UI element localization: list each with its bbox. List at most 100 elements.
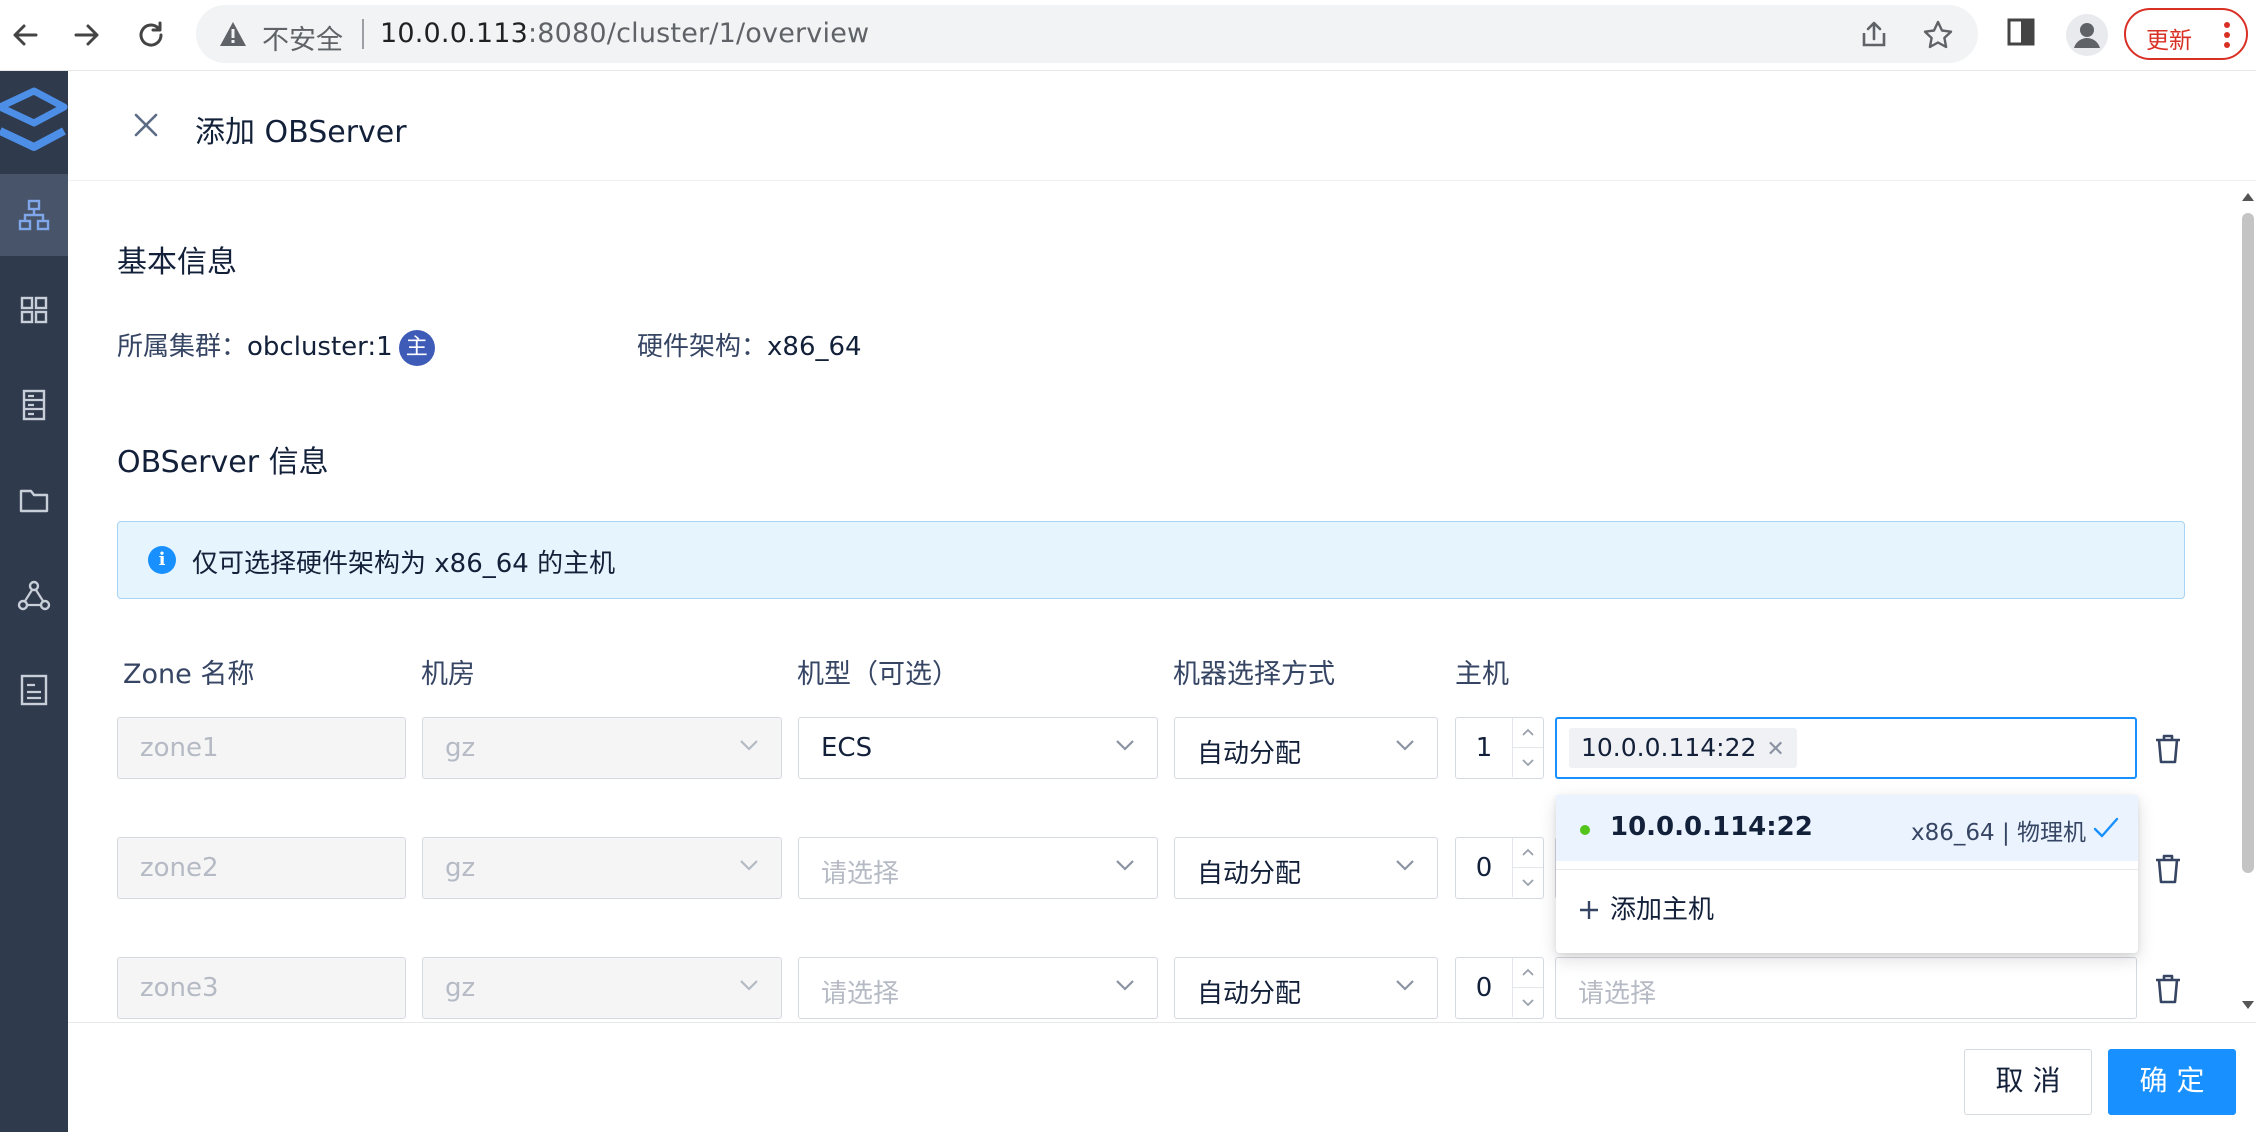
- host-select[interactable]: 10.0.0.114:22 ✕: [1555, 717, 2137, 779]
- delete-icon[interactable]: [2153, 733, 2183, 765]
- warning-icon: [220, 22, 246, 46]
- sidebar-item-network[interactable]: [0, 554, 68, 636]
- tag-close-icon[interactable]: ✕: [1766, 737, 1784, 762]
- close-icon[interactable]: [128, 107, 164, 143]
- drawer-title: 添加 OBServer: [195, 115, 407, 150]
- zone-name-input[interactable]: zone2: [117, 837, 406, 899]
- delete-icon[interactable]: [2153, 973, 2183, 1005]
- chevron-down-icon: [1522, 879, 1534, 887]
- model-select[interactable]: ECS: [798, 717, 1158, 779]
- host-count-stepper[interactable]: 0: [1455, 957, 1544, 1019]
- model-select[interactable]: 请选择: [798, 957, 1158, 1019]
- check-icon: [2093, 817, 2119, 838]
- chevron-down-icon: [1396, 740, 1414, 751]
- chevron-down-icon: [1396, 980, 1414, 991]
- share-icon[interactable]: [1858, 19, 1890, 51]
- stepper-down-button[interactable]: [1513, 868, 1543, 897]
- chevron-down-icon: [740, 980, 758, 991]
- cancel-button[interactable]: 取 消: [1964, 1049, 2092, 1115]
- select-mode-select[interactable]: 自动分配: [1174, 837, 1438, 899]
- security-label[interactable]: 不安全: [262, 18, 343, 57]
- chevron-up-icon: [1522, 728, 1534, 736]
- update-label: 更新: [2146, 28, 2192, 54]
- select-mode-select[interactable]: 自动分配: [1174, 957, 1438, 1019]
- back-button[interactable]: [2, 12, 48, 58]
- host-count-stepper[interactable]: 0: [1455, 837, 1544, 899]
- info-alert: i 仅可选择硬件架构为 x86_64 的主机: [117, 521, 2185, 599]
- host-count-value: 0: [1475, 853, 1493, 883]
- arrow-right-icon: [74, 24, 99, 46]
- plus-icon: [1580, 901, 1598, 919]
- stepper-down-button[interactable]: [1513, 748, 1543, 777]
- chevron-down-icon: [1116, 740, 1134, 751]
- divider: [1556, 869, 2138, 870]
- idc-select[interactable]: gz: [422, 717, 782, 779]
- person-icon: [2074, 23, 2100, 48]
- idc-value: gz: [445, 853, 476, 883]
- stepper-down-button[interactable]: [1513, 988, 1543, 1017]
- monitor-icon: [20, 674, 48, 706]
- idc-value: gz: [445, 973, 476, 1003]
- scroll-down-icon[interactable]: [2238, 995, 2256, 1015]
- confirm-button[interactable]: 确 定: [2108, 1049, 2236, 1115]
- delete-icon[interactable]: [2153, 853, 2183, 885]
- cluster-topology-icon: [18, 199, 50, 231]
- address-bar[interactable]: 不安全 10.0.0.113:8080/cluster/1/overview: [196, 5, 1978, 63]
- host-select[interactable]: 请选择: [1555, 957, 2137, 1019]
- col-zone-name: Zone 名称: [123, 659, 255, 690]
- server-list-icon: [22, 389, 46, 421]
- col-host: 主机: [1455, 659, 1509, 690]
- url-host: 10.0.0.113: [380, 18, 528, 49]
- zone-name-input[interactable]: zone3: [117, 957, 406, 1019]
- stepper-arrows: [1512, 838, 1543, 897]
- host-tag: 10.0.0.114:22 ✕: [1569, 728, 1797, 768]
- select-mode-select[interactable]: 自动分配: [1174, 717, 1438, 779]
- update-button[interactable]: 更新: [2124, 8, 2248, 60]
- online-status-dot: [1580, 825, 1590, 835]
- zone-name-value: zone1: [140, 733, 219, 763]
- host-option[interactable]: 10.0.0.114:22 x86_64 | 物理机: [1556, 795, 2138, 861]
- chevron-up-icon: [1522, 968, 1534, 976]
- zone-name-value: zone2: [140, 853, 219, 883]
- chevron-down-icon: [740, 860, 758, 871]
- browser-toolbar: 不安全 10.0.0.113:8080/cluster/1/overview 更…: [0, 0, 2256, 71]
- profile-avatar[interactable]: [2066, 14, 2108, 56]
- sidebar-item-files[interactable]: [0, 459, 68, 541]
- select-mode-value: 自动分配: [1197, 859, 1302, 889]
- network-nodes-icon: [17, 580, 51, 611]
- url-text[interactable]: 10.0.0.113:8080/cluster/1/overview: [380, 18, 869, 49]
- divider: [362, 19, 364, 49]
- col-idc: 机房: [421, 659, 475, 690]
- arch-value: x86_64: [767, 332, 862, 362]
- sidebar-item-servers[interactable]: [0, 364, 68, 446]
- model-select[interactable]: 请选择: [798, 837, 1158, 899]
- scrollbar[interactable]: [2236, 181, 2256, 1021]
- zone-name-input[interactable]: zone1: [117, 717, 406, 779]
- sidebar-item-overview[interactable]: [0, 269, 68, 351]
- forward-button[interactable]: [64, 12, 110, 58]
- alert-text: 仅可选择硬件架构为 x86_64 的主机: [192, 549, 616, 579]
- reload-button[interactable]: [128, 12, 174, 58]
- side-panel-icon[interactable]: [2006, 16, 2036, 48]
- scroll-up-icon[interactable]: [2238, 187, 2256, 207]
- bookmark-star-icon[interactable]: [1922, 19, 1954, 51]
- stepper-up-button[interactable]: [1513, 718, 1543, 748]
- model-value: ECS: [821, 733, 873, 763]
- host-count-stepper[interactable]: 1: [1455, 717, 1544, 779]
- drawer-footer: 取 消 确 定: [68, 1022, 2256, 1133]
- logo-icon: [0, 87, 68, 151]
- host-tag-label: 10.0.0.114:22: [1581, 733, 1757, 762]
- scrollbar-thumb[interactable]: [2242, 213, 2254, 873]
- idc-select[interactable]: gz: [422, 957, 782, 1019]
- sidebar-item-cluster[interactable]: [0, 174, 68, 256]
- col-select-mode: 机器选择方式: [1173, 659, 1335, 690]
- host-count-value: 1: [1475, 733, 1493, 763]
- add-host-label: 添加主机: [1610, 895, 1715, 925]
- stepper-up-button[interactable]: [1513, 958, 1543, 988]
- model-placeholder: 请选择: [821, 979, 900, 1009]
- select-mode-value: 自动分配: [1197, 739, 1302, 769]
- add-host-option[interactable]: 添加主机: [1578, 889, 1714, 926]
- sidebar-item-monitor[interactable]: [0, 649, 68, 731]
- idc-select[interactable]: gz: [422, 837, 782, 899]
- stepper-up-button[interactable]: [1513, 838, 1543, 868]
